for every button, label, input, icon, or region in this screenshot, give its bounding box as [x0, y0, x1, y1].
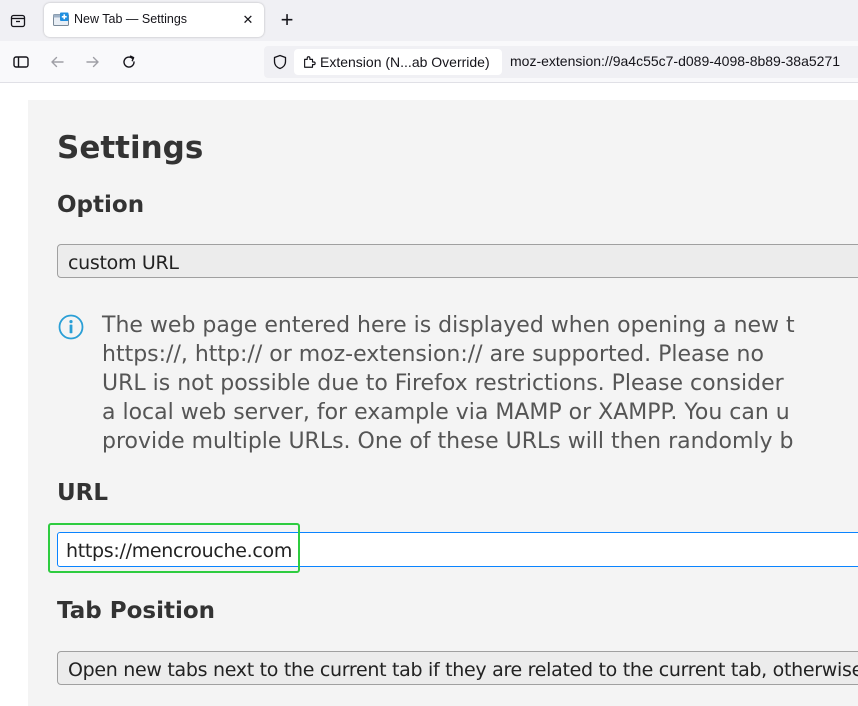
info-line: a local web server, for example via MAMP… [102, 400, 790, 425]
navigation-toolbar: Extension (N...ab Override) moz-extensio… [0, 41, 858, 83]
page-title: Settings [57, 130, 204, 166]
page-content: Settings Option custom URL The web page … [0, 83, 858, 706]
close-icon: ✕ [242, 12, 254, 27]
site-identity-button[interactable]: Extension (N...ab Override) [294, 49, 502, 75]
tab-list-icon [10, 14, 26, 28]
url-text[interactable]: moz-extension://9a4c55c7-d089-4098-8b89-… [510, 53, 840, 69]
back-button[interactable] [43, 48, 71, 76]
plus-icon: + [280, 7, 294, 32]
sidebar-toggle-button[interactable] [7, 48, 35, 76]
address-bar[interactable]: Extension (N...ab Override) moz-extensio… [264, 46, 858, 78]
info-line: The web page entered here is displayed w… [102, 313, 795, 338]
option-select-value: custom URL [68, 252, 179, 274]
tab-strip: New Tab — Settings ✕ + [0, 0, 858, 41]
reload-button[interactable] [115, 48, 143, 76]
settings-panel: Settings Option custom URL The web page … [28, 100, 858, 706]
tab-position-select-value: Open new tabs next to the current tab if… [68, 659, 858, 681]
info-icon [58, 314, 84, 340]
sidebar-icon [13, 56, 29, 68]
back-arrow-icon [51, 56, 64, 68]
identity-label: Extension (N...ab Override) [320, 54, 490, 70]
info-line: URL is not possible due to Firefox restr… [102, 371, 784, 396]
forward-arrow-icon [86, 56, 99, 68]
url-highlight-box [48, 523, 300, 573]
puzzle-piece-icon [302, 55, 316, 69]
option-select[interactable]: custom URL [57, 244, 858, 278]
tracking-protection-button[interactable] [270, 52, 290, 72]
close-tab-button[interactable]: ✕ [236, 8, 260, 32]
new-tab-settings-icon [53, 12, 69, 26]
tab-title: New Tab — Settings [74, 12, 188, 26]
option-heading: Option [57, 192, 145, 218]
forward-button[interactable] [79, 48, 107, 76]
reload-icon [123, 55, 135, 68]
new-tab-button[interactable]: + [274, 7, 300, 33]
info-line: https://, http:// or moz-extension:// ar… [102, 342, 764, 367]
info-description: The web page entered here is displayed w… [102, 311, 858, 456]
shield-icon [273, 54, 287, 70]
tab-new-tab-settings[interactable]: New Tab — Settings ✕ [44, 3, 264, 37]
tab-position-heading: Tab Position [57, 598, 216, 624]
info-line: provide multiple URLs. One of these URLs… [102, 429, 794, 454]
url-heading: URL [57, 480, 109, 506]
list-all-tabs-button[interactable] [4, 6, 32, 34]
tab-position-select[interactable]: Open new tabs next to the current tab if… [57, 651, 858, 685]
